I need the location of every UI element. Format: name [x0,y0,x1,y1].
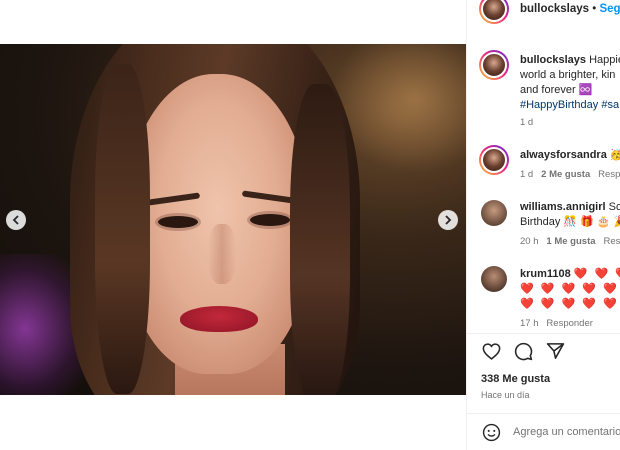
nose-shape [208,224,236,284]
instagram-post-viewer: bullockslays • Seguir bullockslays Happi… [0,0,620,450]
share-button[interactable] [545,341,565,361]
comment-username[interactable]: krum1108 [520,268,571,280]
comment-hearts-line1: ❤️ ❤️ ❤️ ❤️ [573,268,620,280]
left-eye [158,216,198,228]
right-eye [250,214,290,226]
author-avatar[interactable] [479,0,509,24]
emoji-button[interactable] [481,422,501,442]
likes-count[interactable]: 338 Me gusta [481,373,550,385]
header-separator: • [592,3,597,15]
paper-plane-icon [546,343,564,359]
comment-hearts-line3: ❤️ ❤️ ❤️ ❤️ ❤️ ❤️ ❤️ ❤️ ❤️ [520,298,620,310]
hair-strand-right [290,84,350,395]
caption-avatar[interactable] [479,50,509,80]
comment-reply-button[interactable]: Resp [598,169,620,180]
chevron-right-icon [445,215,452,225]
comment-likes[interactable]: 1 Me gusta [546,236,595,247]
comment-time: 17 h [520,318,539,329]
caption-avatar-image [481,52,507,78]
comment-avatar[interactable] [481,200,507,226]
comment-button[interactable] [513,341,533,361]
comment-avatar[interactable] [481,266,507,292]
hair-strand-left [95,64,150,394]
post-header: bullockslays • Seguir [467,0,620,25]
author-avatar-image [481,0,507,22]
comment-avatar[interactable] [479,145,509,175]
comment-reply-button[interactable]: Res [603,236,620,247]
follow-button[interactable]: Seguir [599,3,620,15]
comment-time: 1 d [520,169,534,180]
header-user-line: bullockslays • Seguir [520,3,620,15]
comment-time: 20 h [520,236,539,247]
media-bottom-bar [0,395,466,450]
comment-input[interactable] [513,426,620,438]
add-comment-bar [481,422,620,442]
comment-avatar-image [481,266,507,292]
comment-username[interactable]: williams.annigirl [520,201,606,213]
caption-username[interactable]: bullockslays [520,54,586,66]
comment-meta: 20 h 1 Me gusta Res [520,236,620,247]
caption-time: 1 d [520,117,534,128]
comment-text: 🥳 [609,149,620,161]
comment-item: williams.annigirl So Birthday 🎊 🎁 🎂 🎉 [520,200,620,230]
caption-text-line1: Happie [589,54,620,66]
comment-item: krum1108 ❤️ ❤️ ❤️ ❤️ ❤️ ❤️ ❤️ ❤️ ❤️ ❤️ ❤… [520,267,620,312]
media-pane [0,0,466,450]
comment-hearts-line2: ❤️ ❤️ ❤️ ❤️ ❤️ ❤️ ❤️ ❤️ ❤️ [520,283,620,295]
next-photo-button[interactable] [438,210,458,230]
author-username[interactable]: bullockslays [520,3,589,15]
caption-text-line3: and forever ♾️ [520,84,593,96]
actions-divider [467,333,620,334]
like-button[interactable] [481,341,501,361]
comment-avatar-image [481,200,507,226]
comment-text-line2: Birthday 🎊 🎁 🎂 🎉 [520,216,620,228]
heart-icon [482,342,500,360]
post-time-ago: Hace un día [481,390,530,400]
comment-box-divider [467,413,620,414]
post-caption: bullockslays Happie world a brighter, ki… [520,53,620,113]
comment-meta: 1 d 2 Me gusta Resp [520,169,620,180]
post-photo[interactable] [0,44,466,395]
comment-likes[interactable]: 2 Me gusta [541,169,590,180]
media-top-bar [0,0,466,44]
comment-item: alwaysforsandra 🥳 [520,148,620,163]
comment-avatar-image [481,147,507,173]
comment-bubble-icon [514,342,532,360]
comment-text: So [608,201,620,213]
caption-text-line2: world a brighter, kin [520,69,616,81]
chevron-left-icon [12,215,19,225]
comment-username[interactable]: alwaysforsandra [520,149,607,161]
comment-meta: 17 h Responder [520,318,593,329]
smiley-icon [482,423,500,441]
comment-reply-button[interactable]: Responder [546,318,592,329]
comments-pane: bullockslays • Seguir bullockslays Happi… [466,0,620,450]
previous-photo-button[interactable] [6,210,26,230]
post-actions [481,341,565,361]
lips-shape [180,306,258,332]
caption-hashtags[interactable]: #HappyBirthday #sa [520,98,620,113]
